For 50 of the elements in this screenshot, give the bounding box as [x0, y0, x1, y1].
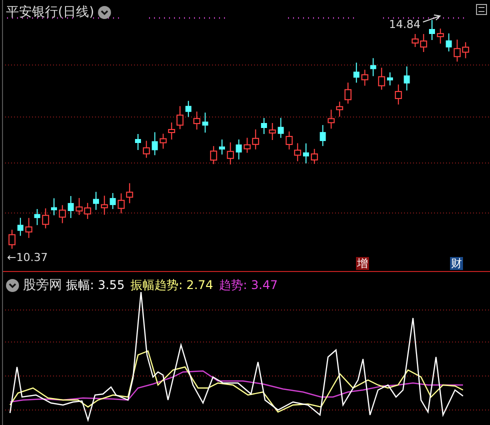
candlestick: [387, 72, 393, 86]
candlestick: [152, 132, 158, 156]
candlestick: [310, 148, 318, 164]
candlestick: [193, 111, 200, 130]
candlestick: [361, 69, 368, 86]
event-marker[interactable]: 财: [450, 257, 463, 270]
chevron-down-icon[interactable]: [98, 6, 112, 18]
candlestick: [370, 58, 376, 77]
candlestick: [219, 139, 225, 155]
candlestick: [110, 192, 116, 210]
indicator-reading: 趋势: 3.47: [219, 276, 278, 294]
candlestick: [100, 195, 108, 216]
indicator-name: 股旁网: [23, 277, 62, 294]
candlestick: [303, 142, 309, 164]
candlestick: [51, 198, 57, 216]
candlestick: [394, 84, 402, 106]
low-price-label: ←10.37: [7, 251, 48, 264]
candlestick: [68, 196, 74, 219]
candlestick: [135, 134, 141, 150]
candlestick: [353, 62, 360, 84]
high-price-label: 14.84: [389, 18, 420, 31]
square-icon[interactable]: [476, 4, 487, 15]
candlestick: [236, 138, 242, 160]
candlestick: [446, 32, 452, 52]
chevron-down-icon[interactable]: [6, 278, 19, 292]
candlestick: [142, 140, 150, 158]
indicator-reading: 振幅: 3.55: [66, 276, 125, 294]
candlestick: [436, 28, 444, 44]
candlestick: [42, 208, 50, 229]
candlestick: [34, 208, 40, 226]
candlestick: [25, 217, 32, 238]
pointer-arrow: [422, 14, 442, 22]
candlestick: [93, 191, 99, 210]
candlestick: [429, 20, 435, 40]
candlestick: [278, 117, 284, 138]
event-marker[interactable]: 增: [356, 257, 369, 270]
candlestick: [210, 146, 218, 165]
candlestick: [378, 67, 386, 90]
candlestick: [320, 124, 326, 147]
chart-title: 平安银行(日线): [6, 4, 94, 21]
candlestick: [58, 204, 66, 224]
candlestick: [8, 229, 16, 250]
indicator-reading: 振幅趋势: 2.74: [130, 276, 214, 294]
candlestick: [261, 118, 267, 134]
candlestick: [226, 142, 234, 165]
candlestick: [404, 66, 410, 91]
candlestick: [17, 217, 24, 236]
candlestick: [268, 122, 276, 140]
candlestick: [202, 112, 208, 134]
candlestick: [185, 100, 192, 118]
